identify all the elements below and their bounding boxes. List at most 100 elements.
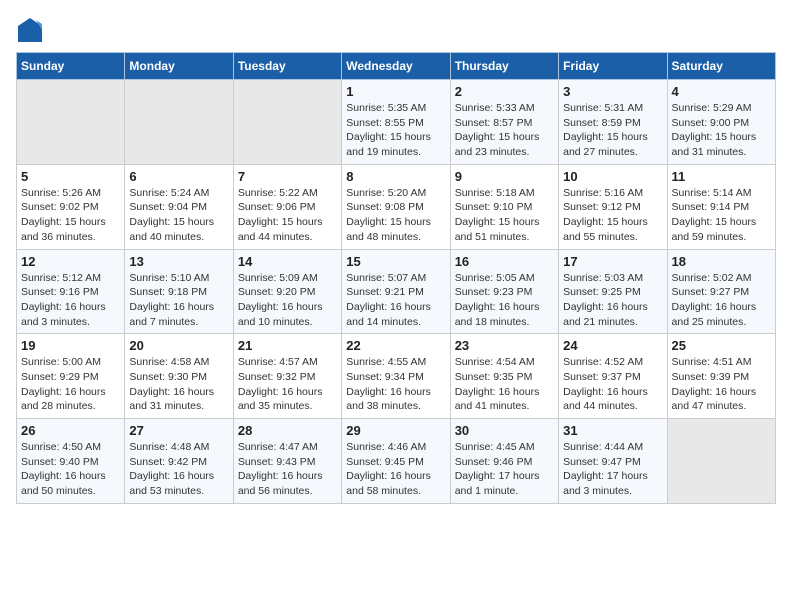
day-cell: 16 Sunrise: 5:05 AM Sunset: 9:23 PM Dayli… <box>450 249 558 334</box>
header-day-saturday: Saturday <box>667 53 775 80</box>
day-info: Sunrise: 5:03 AM Sunset: 9:25 PM Dayligh… <box>563 271 662 330</box>
page-header <box>16 16 776 44</box>
day-cell: 13 Sunrise: 5:10 AM Sunset: 9:18 PM Dayli… <box>125 249 233 334</box>
day-cell: 26 Sunrise: 4:50 AM Sunset: 9:40 PM Dayli… <box>17 419 125 504</box>
day-info: Sunrise: 5:00 AM Sunset: 9:29 PM Dayligh… <box>21 355 120 414</box>
day-info: Sunrise: 4:46 AM Sunset: 9:45 PM Dayligh… <box>346 440 445 499</box>
day-cell: 5 Sunrise: 5:26 AM Sunset: 9:02 PM Daylig… <box>17 164 125 249</box>
day-number: 10 <box>563 169 662 184</box>
day-number: 18 <box>672 254 771 269</box>
day-cell: 21 Sunrise: 4:57 AM Sunset: 9:32 PM Dayli… <box>233 334 341 419</box>
day-info: Sunrise: 5:22 AM Sunset: 9:06 PM Dayligh… <box>238 186 337 245</box>
day-info: Sunrise: 5:09 AM Sunset: 9:20 PM Dayligh… <box>238 271 337 330</box>
day-info: Sunrise: 5:26 AM Sunset: 9:02 PM Dayligh… <box>21 186 120 245</box>
day-cell: 6Sunrise: 5:24 AM Sunset: 9:04 PM Daylig… <box>125 164 233 249</box>
day-cell: 11 Sunrise: 5:14 AM Sunset: 9:14 PM Dayli… <box>667 164 775 249</box>
day-cell: 18 Sunrise: 5:02 AM Sunset: 9:27 PM Dayli… <box>667 249 775 334</box>
day-info: Sunrise: 4:58 AM Sunset: 9:30 PM Dayligh… <box>129 355 228 414</box>
day-number: 5 <box>21 169 120 184</box>
day-cell: 24 Sunrise: 4:52 AM Sunset: 9:37 PM Dayli… <box>559 334 667 419</box>
day-number: 4 <box>672 84 771 99</box>
day-cell: 7 Sunrise: 5:22 AM Sunset: 9:06 PM Daylig… <box>233 164 341 249</box>
day-cell: 27 Sunrise: 4:48 AM Sunset: 9:42 PM Dayli… <box>125 419 233 504</box>
day-number: 27 <box>129 423 228 438</box>
day-cell: 20 Sunrise: 4:58 AM Sunset: 9:30 PM Dayli… <box>125 334 233 419</box>
day-info: Sunrise: 4:44 AM Sunset: 9:47 PM Dayligh… <box>563 440 662 499</box>
day-cell: 22 Sunrise: 4:55 AM Sunset: 9:34 PM Dayli… <box>342 334 450 419</box>
day-cell: 29 Sunrise: 4:46 AM Sunset: 9:45 PM Dayli… <box>342 419 450 504</box>
day-number: 8 <box>346 169 445 184</box>
week-row-2: 5 Sunrise: 5:26 AM Sunset: 9:02 PM Daylig… <box>17 164 776 249</box>
day-info: Sunrise: 5:12 AM Sunset: 9:16 PM Dayligh… <box>21 271 120 330</box>
week-row-5: 26 Sunrise: 4:50 AM Sunset: 9:40 PM Dayli… <box>17 419 776 504</box>
day-cell: 31Sunrise: 4:44 AM Sunset: 9:47 PM Dayli… <box>559 419 667 504</box>
day-cell: 3Sunrise: 5:31 AM Sunset: 8:59 PM Daylig… <box>559 80 667 165</box>
week-row-1: 1Sunrise: 5:35 AM Sunset: 8:55 PM Daylig… <box>17 80 776 165</box>
day-cell <box>667 419 775 504</box>
day-cell: 19 Sunrise: 5:00 AM Sunset: 9:29 PM Dayli… <box>17 334 125 419</box>
day-info: Sunrise: 5:16 AM Sunset: 9:12 PM Dayligh… <box>563 186 662 245</box>
day-number: 17 <box>563 254 662 269</box>
logo-icon <box>16 16 44 44</box>
day-number: 1 <box>346 84 445 99</box>
day-number: 16 <box>455 254 554 269</box>
day-number: 21 <box>238 338 337 353</box>
header-day-tuesday: Tuesday <box>233 53 341 80</box>
day-number: 29 <box>346 423 445 438</box>
day-number: 22 <box>346 338 445 353</box>
week-row-4: 19 Sunrise: 5:00 AM Sunset: 9:29 PM Dayli… <box>17 334 776 419</box>
day-number: 28 <box>238 423 337 438</box>
day-info: Sunrise: 5:31 AM Sunset: 8:59 PM Dayligh… <box>563 101 662 160</box>
header-day-monday: Monday <box>125 53 233 80</box>
day-info: Sunrise: 4:48 AM Sunset: 9:42 PM Dayligh… <box>129 440 228 499</box>
day-cell: 9 Sunrise: 5:18 AM Sunset: 9:10 PM Daylig… <box>450 164 558 249</box>
day-info: Sunrise: 4:57 AM Sunset: 9:32 PM Dayligh… <box>238 355 337 414</box>
week-row-3: 12 Sunrise: 5:12 AM Sunset: 9:16 PM Dayli… <box>17 249 776 334</box>
day-number: 14 <box>238 254 337 269</box>
day-info: Sunrise: 5:10 AM Sunset: 9:18 PM Dayligh… <box>129 271 228 330</box>
day-cell: 28 Sunrise: 4:47 AM Sunset: 9:43 PM Dayli… <box>233 419 341 504</box>
day-number: 2 <box>455 84 554 99</box>
day-cell: 17 Sunrise: 5:03 AM Sunset: 9:25 PM Dayli… <box>559 249 667 334</box>
day-info: Sunrise: 4:52 AM Sunset: 9:37 PM Dayligh… <box>563 355 662 414</box>
day-cell: 4 Sunrise: 5:29 AM Sunset: 9:00 PM Daylig… <box>667 80 775 165</box>
day-info: Sunrise: 5:14 AM Sunset: 9:14 PM Dayligh… <box>672 186 771 245</box>
day-cell <box>125 80 233 165</box>
header-day-thursday: Thursday <box>450 53 558 80</box>
day-cell <box>17 80 125 165</box>
day-info: Sunrise: 5:05 AM Sunset: 9:23 PM Dayligh… <box>455 271 554 330</box>
day-cell: 15Sunrise: 5:07 AM Sunset: 9:21 PM Dayli… <box>342 249 450 334</box>
logo <box>16 16 48 44</box>
day-number: 7 <box>238 169 337 184</box>
day-cell: 8Sunrise: 5:20 AM Sunset: 9:08 PM Daylig… <box>342 164 450 249</box>
day-number: 26 <box>21 423 120 438</box>
header-day-wednesday: Wednesday <box>342 53 450 80</box>
day-number: 23 <box>455 338 554 353</box>
day-info: Sunrise: 4:55 AM Sunset: 9:34 PM Dayligh… <box>346 355 445 414</box>
day-info: Sunrise: 4:47 AM Sunset: 9:43 PM Dayligh… <box>238 440 337 499</box>
day-cell: 30Sunrise: 4:45 AM Sunset: 9:46 PM Dayli… <box>450 419 558 504</box>
header-day-sunday: Sunday <box>17 53 125 80</box>
day-cell: 1Sunrise: 5:35 AM Sunset: 8:55 PM Daylig… <box>342 80 450 165</box>
day-info: Sunrise: 5:07 AM Sunset: 9:21 PM Dayligh… <box>346 271 445 330</box>
day-number: 9 <box>455 169 554 184</box>
day-number: 25 <box>672 338 771 353</box>
day-cell: 12 Sunrise: 5:12 AM Sunset: 9:16 PM Dayli… <box>17 249 125 334</box>
day-info: Sunrise: 4:54 AM Sunset: 9:35 PM Dayligh… <box>455 355 554 414</box>
day-number: 24 <box>563 338 662 353</box>
day-info: Sunrise: 5:18 AM Sunset: 9:10 PM Dayligh… <box>455 186 554 245</box>
day-number: 12 <box>21 254 120 269</box>
day-info: Sunrise: 4:51 AM Sunset: 9:39 PM Dayligh… <box>672 355 771 414</box>
day-cell: 2 Sunrise: 5:33 AM Sunset: 8:57 PM Daylig… <box>450 80 558 165</box>
day-info: Sunrise: 5:29 AM Sunset: 9:00 PM Dayligh… <box>672 101 771 160</box>
day-number: 30 <box>455 423 554 438</box>
day-info: Sunrise: 5:33 AM Sunset: 8:57 PM Dayligh… <box>455 101 554 160</box>
day-cell: 23 Sunrise: 4:54 AM Sunset: 9:35 PM Dayli… <box>450 334 558 419</box>
day-info: Sunrise: 4:50 AM Sunset: 9:40 PM Dayligh… <box>21 440 120 499</box>
day-number: 13 <box>129 254 228 269</box>
day-number: 19 <box>21 338 120 353</box>
day-info: Sunrise: 5:02 AM Sunset: 9:27 PM Dayligh… <box>672 271 771 330</box>
day-number: 11 <box>672 169 771 184</box>
day-number: 20 <box>129 338 228 353</box>
header-row: SundayMondayTuesdayWednesdayThursdayFrid… <box>17 53 776 80</box>
